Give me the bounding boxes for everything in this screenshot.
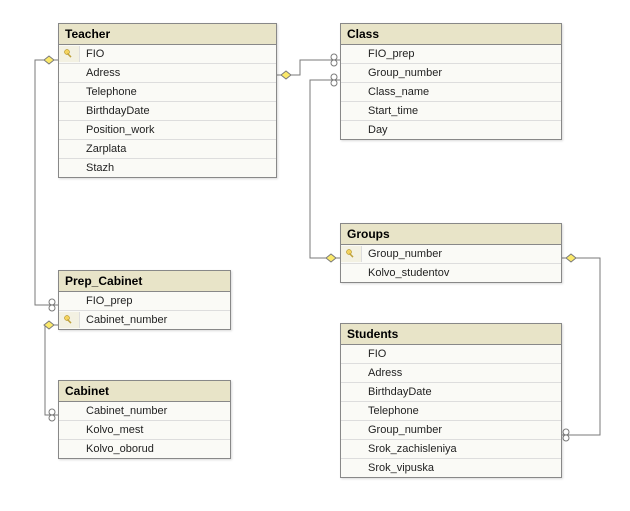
column-row: Zarplata xyxy=(59,140,276,159)
column-row: Group_number xyxy=(341,421,561,440)
column-row: BirthdayDate xyxy=(341,383,561,402)
column-row: Start_time xyxy=(341,102,561,121)
column-name: FIO xyxy=(80,45,276,63)
column-name: FIO_prep xyxy=(362,45,561,63)
column-name: Zarplata xyxy=(80,140,276,158)
column-row: BirthdayDate xyxy=(59,102,276,121)
column-name: Kolvo_mest xyxy=(80,421,230,439)
column-row: Group_number xyxy=(341,245,561,264)
entity-title: Students xyxy=(341,324,561,345)
column-row: Telephone xyxy=(341,402,561,421)
entity-body-groups: Group_numberKolvo_studentov xyxy=(341,245,561,282)
column-row: Kolvo_mest xyxy=(59,421,230,440)
column-name: Adress xyxy=(80,64,276,82)
entity-body-cabinet: Cabinet_numberKolvo_mestKolvo_oborud xyxy=(59,402,230,458)
column-row: FIO xyxy=(59,45,276,64)
entity-body-class: FIO_prepGroup_numberClass_nameStart_time… xyxy=(341,45,561,139)
column-row: Adress xyxy=(59,64,276,83)
column-row: Srok_zachisleniya xyxy=(341,440,561,459)
entity-title: Groups xyxy=(341,224,561,245)
column-row: Position_work xyxy=(59,121,276,140)
column-name: Adress xyxy=(362,364,561,382)
column-row: Srok_vipuska xyxy=(341,459,561,477)
entity-body-students: FIOAdressBirthdayDateTelephoneGroup_numb… xyxy=(341,345,561,477)
key-icon xyxy=(59,312,80,328)
entity-body-teacher: FIOAdressTelephoneBirthdayDatePosition_w… xyxy=(59,45,276,177)
column-row: FIO_prep xyxy=(59,292,230,311)
column-name: FIO_prep xyxy=(80,292,230,310)
column-name: Cabinet_number xyxy=(80,311,230,329)
column-row: Telephone xyxy=(59,83,276,102)
column-name: Telephone xyxy=(362,402,561,420)
entity-prep-cabinet[interactable]: Prep_Cabinet FIO_prepCabinet_number xyxy=(58,270,231,330)
key-icon xyxy=(341,246,362,262)
column-name: Telephone xyxy=(80,83,276,101)
entity-groups[interactable]: Groups Group_numberKolvo_studentov xyxy=(340,223,562,283)
column-row: Kolvo_oborud xyxy=(59,440,230,458)
column-row: Kolvo_studentov xyxy=(341,264,561,282)
column-name: BirthdayDate xyxy=(80,102,276,120)
column-row: Cabinet_number xyxy=(59,311,230,329)
column-name: Group_number xyxy=(362,421,561,439)
column-row: Adress xyxy=(341,364,561,383)
column-name: Group_number xyxy=(362,64,561,82)
column-name: Start_time xyxy=(362,102,561,120)
column-row: FIO xyxy=(341,345,561,364)
entity-title: Teacher xyxy=(59,24,276,45)
column-name: Class_name xyxy=(362,83,561,101)
column-row: Class_name xyxy=(341,83,561,102)
column-row: Day xyxy=(341,121,561,139)
entity-cabinet[interactable]: Cabinet Cabinet_numberKolvo_mestKolvo_ob… xyxy=(58,380,231,459)
column-name: Position_work xyxy=(80,121,276,139)
entity-title: Cabinet xyxy=(59,381,230,402)
entity-title: Prep_Cabinet xyxy=(59,271,230,292)
column-row: Cabinet_number xyxy=(59,402,230,421)
column-name: FIO xyxy=(362,345,561,363)
column-name: Cabinet_number xyxy=(80,402,230,420)
entity-title: Class xyxy=(341,24,561,45)
column-row: Group_number xyxy=(341,64,561,83)
column-row: FIO_prep xyxy=(341,45,561,64)
column-name: Srok_zachisleniya xyxy=(362,440,561,458)
column-name: BirthdayDate xyxy=(362,383,561,401)
entity-students[interactable]: Students FIOAdressBirthdayDateTelephoneG… xyxy=(340,323,562,478)
column-name: Group_number xyxy=(362,245,561,263)
entity-body-prep-cabinet: FIO_prepCabinet_number xyxy=(59,292,230,329)
column-name: Kolvo_oborud xyxy=(80,440,230,458)
key-icon xyxy=(59,46,80,62)
entity-teacher[interactable]: Teacher FIOAdressTelephoneBirthdayDatePo… xyxy=(58,23,277,178)
column-name: Kolvo_studentov xyxy=(362,264,561,282)
column-row: Stazh xyxy=(59,159,276,177)
column-name: Stazh xyxy=(80,159,276,177)
entity-class[interactable]: Class FIO_prepGroup_numberClass_nameStar… xyxy=(340,23,562,140)
column-name: Day xyxy=(362,121,561,139)
column-name: Srok_vipuska xyxy=(362,459,561,477)
